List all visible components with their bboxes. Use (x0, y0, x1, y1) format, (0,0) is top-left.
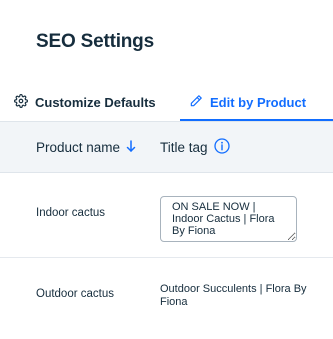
product-name: Outdoor cactus (36, 288, 114, 300)
tab-customize-defaults[interactable]: Customize Defaults (14, 83, 156, 121)
table-header: Product name Title tag (0, 121, 333, 173)
tab-edit-by-product[interactable]: Edit by Product (180, 83, 333, 122)
tab-label: Edit by Product (210, 94, 307, 110)
table-row: Outdoor cactus Outdoor Succulents | Flor… (0, 258, 333, 332)
column-label: Title tag (160, 139, 208, 155)
product-name: Indoor cactus (36, 207, 106, 219)
column-header-title-tag: Title tag (160, 122, 230, 172)
arrow-down-icon (126, 139, 136, 155)
title-tag-input[interactable]: ON SALE NOW | Indoor Cactus | Flora By F… (160, 196, 297, 242)
column-label: Product name (36, 139, 121, 155)
column-header-product-name[interactable]: Product name (36, 122, 136, 172)
tab-label: Customize Defaults (35, 94, 156, 110)
page-title: SEO Settings (36, 31, 154, 52)
pencil-icon (189, 94, 203, 111)
table-row: Indoor cactus ON SALE NOW | Indoor Cactu… (0, 173, 333, 258)
tab-bar: Customize Defaults Edit by Product (0, 83, 333, 122)
title-tag-value[interactable]: Outdoor Succulents | Flora By Fiona (160, 283, 310, 308)
gear-icon (14, 93, 28, 111)
info-icon[interactable] (213, 137, 230, 157)
